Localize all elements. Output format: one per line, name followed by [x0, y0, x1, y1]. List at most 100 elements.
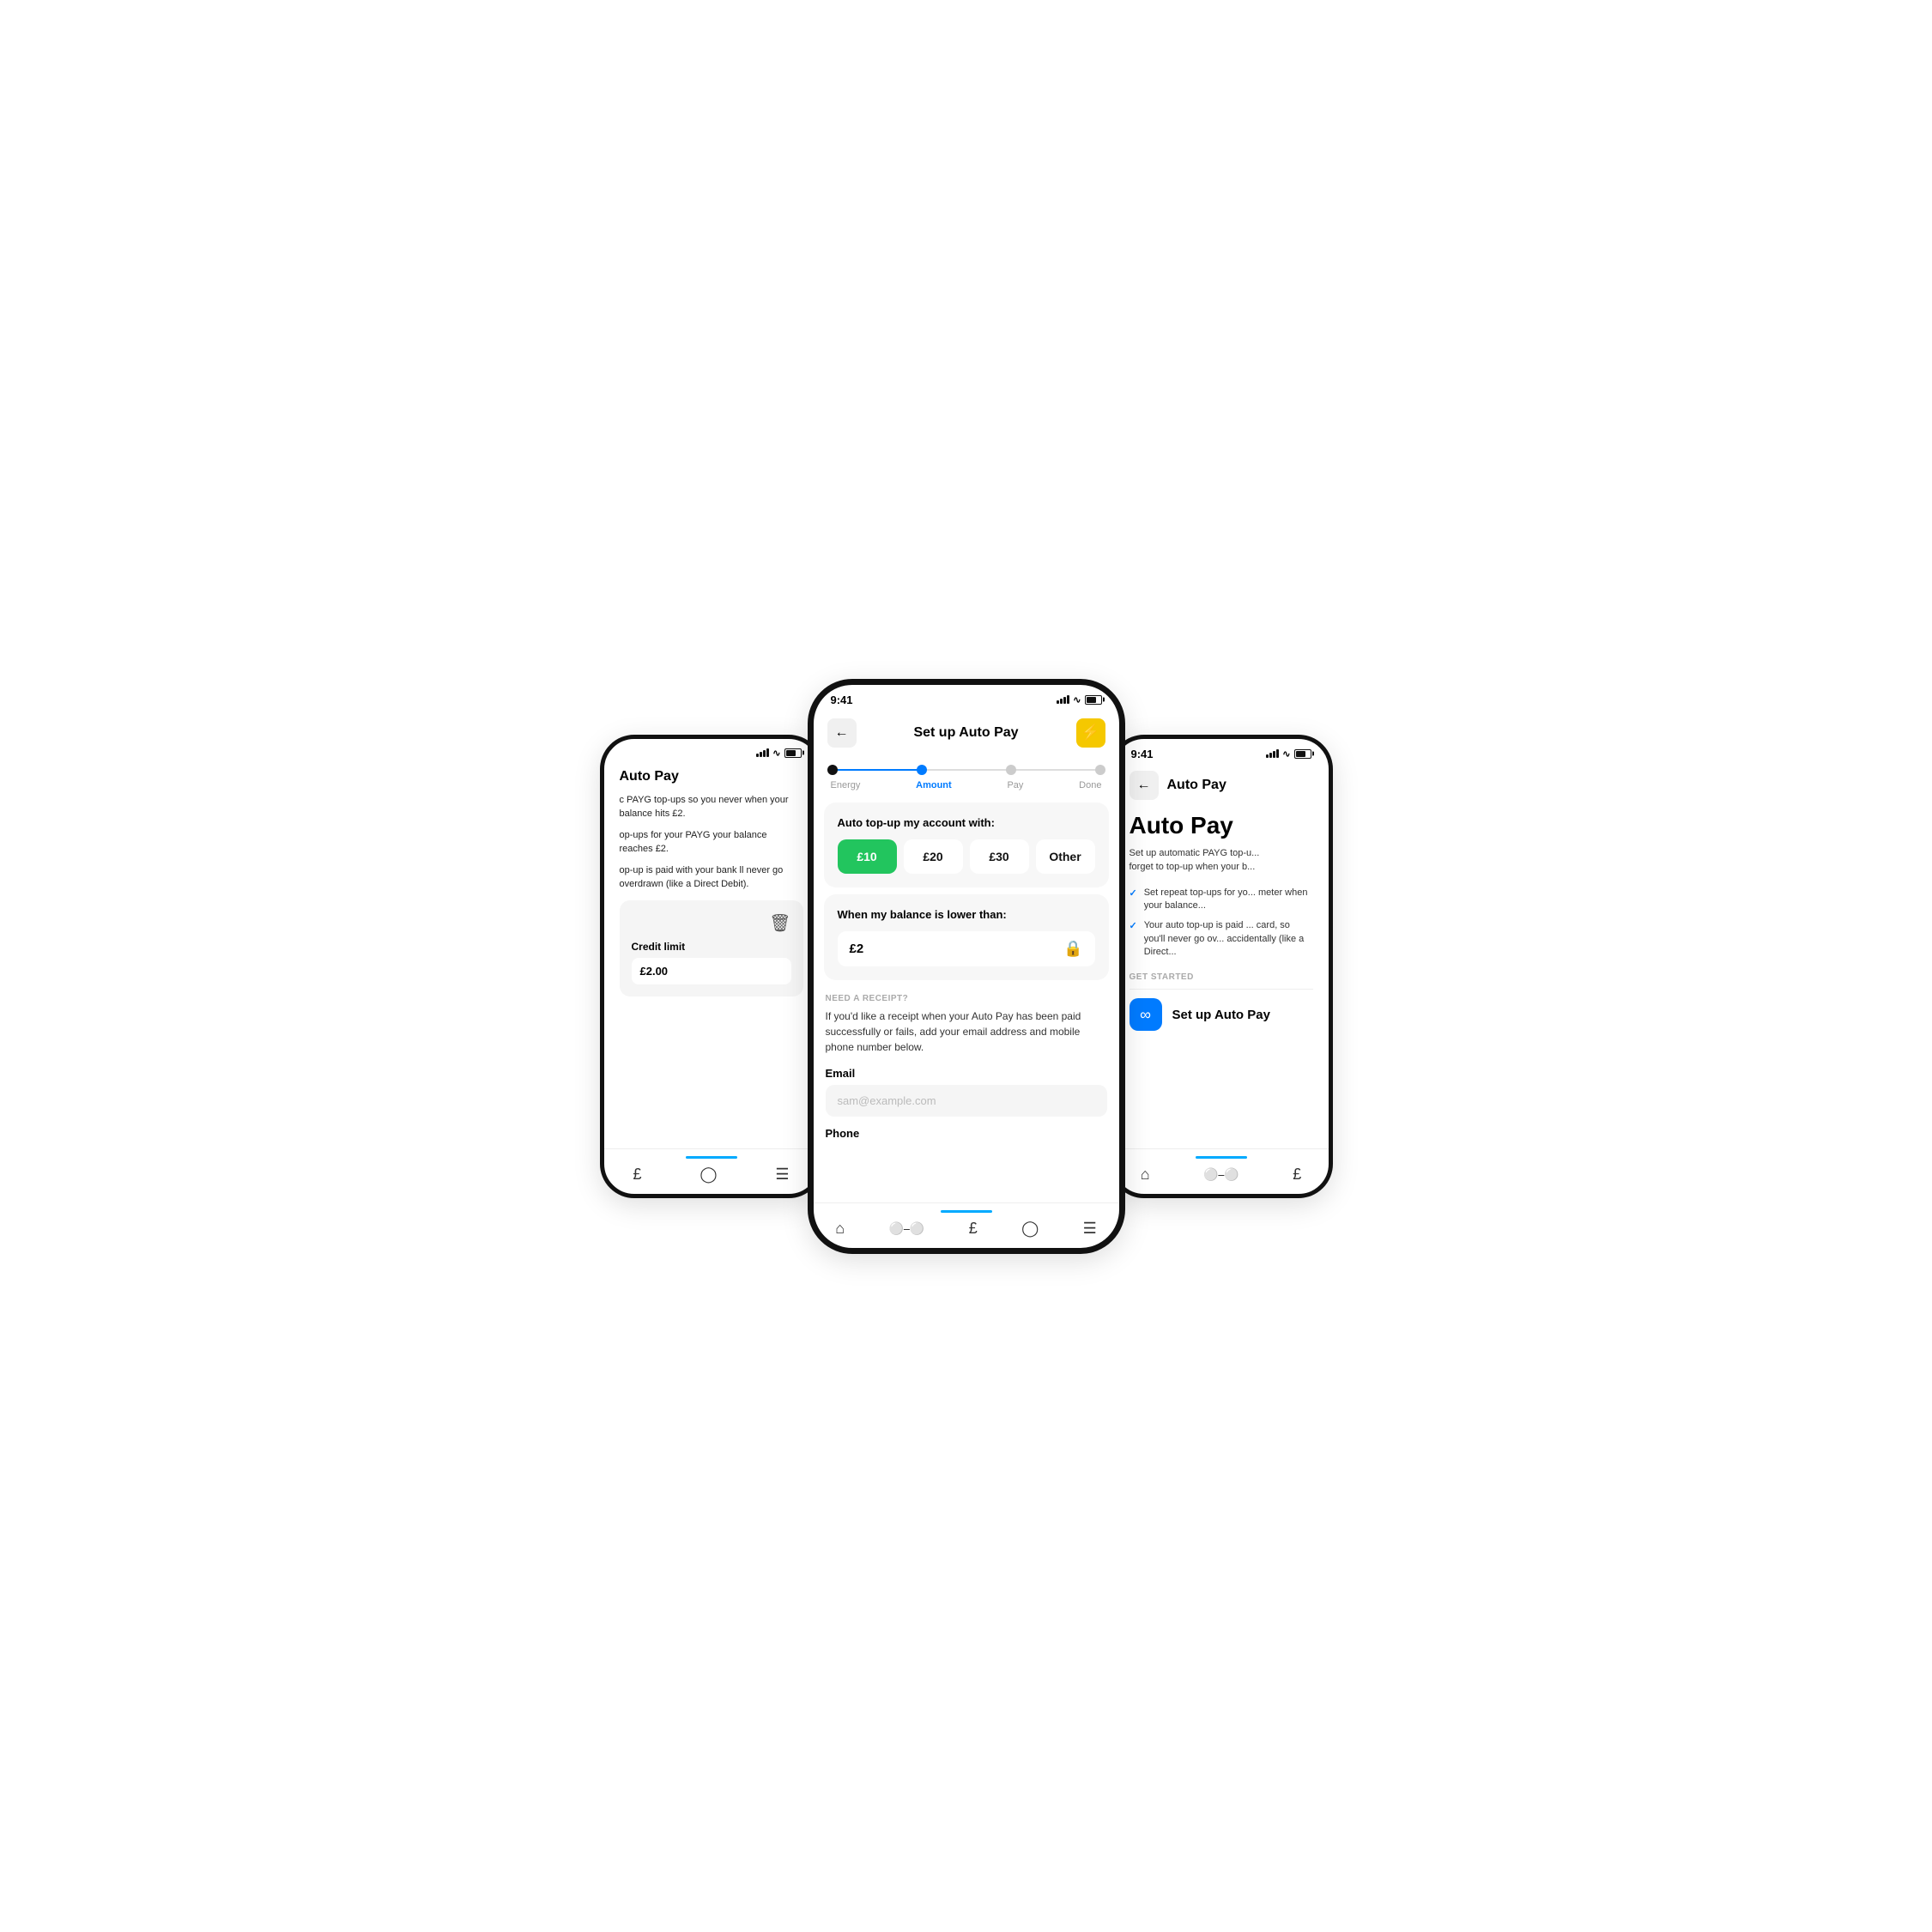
- step-label-amount: Amount: [916, 780, 952, 790]
- back-button[interactable]: ←: [827, 718, 857, 748]
- center-status-bar: 9:41 ∿: [814, 685, 1119, 710]
- right-battery-icon: [1294, 749, 1311, 759]
- right-status-icons: ∿: [1266, 748, 1311, 760]
- divider: [1130, 989, 1313, 990]
- left-card-value: £2.00: [632, 958, 791, 984]
- phone-center: 9:41 ∿ ← Set up Auto Pay ⚡: [808, 679, 1125, 1254]
- amount-btn-10[interactable]: £10: [838, 839, 897, 874]
- left-status-icons: ∿: [756, 748, 801, 759]
- left-phone-content: Auto Pay c PAYG top-ups so you never whe…: [604, 762, 819, 1198]
- check-item-2: ✓ Your auto top-up is paid ... card, so …: [1130, 919, 1313, 959]
- nav-icon-menu[interactable]: ☰: [775, 1166, 789, 1184]
- center-header: ← Set up Auto Pay ⚡: [814, 710, 1119, 754]
- center-battery-icon: [1085, 695, 1102, 705]
- phone-right: 9:41 ∿ ← Auto Pay Auto Pay Set up autom: [1110, 735, 1333, 1198]
- right-bottom-nav: ⌂ ⚪⎯⚪ £: [1114, 1166, 1329, 1184]
- email-input[interactable]: sam@example.com: [826, 1085, 1107, 1117]
- phone-left: ∿ Auto Pay c PAYG top-ups so you never w…: [600, 735, 823, 1198]
- step-label-energy: Energy: [831, 780, 861, 790]
- balance-input-row: £2 🔒: [838, 931, 1095, 966]
- progress-line-fill: [836, 769, 922, 771]
- left-body3: op-up is paid with your bank ll never go…: [620, 863, 803, 892]
- battery-icon: [784, 748, 802, 758]
- scene: ∿ Auto Pay c PAYG top-ups so you never w…: [494, 679, 1438, 1254]
- center-bottom-indicator: [941, 1210, 992, 1213]
- right-nav-home[interactable]: ⌂: [1141, 1166, 1150, 1184]
- left-page-title: Auto Pay: [620, 762, 803, 793]
- email-label: Email: [826, 1067, 1107, 1080]
- step-label-done: Done: [1079, 780, 1101, 790]
- balance-card-title: When my balance is lower than:: [838, 908, 1095, 921]
- lightning-icon: ⚡: [1081, 724, 1099, 742]
- lightning-button[interactable]: ⚡: [1076, 718, 1105, 748]
- setup-autopay-button[interactable]: ∞ Set up Auto Pay: [1130, 998, 1313, 1031]
- receipt-label: NEED A RECEIPT?: [826, 994, 1107, 1003]
- check-list: ✓ Set repeat top-ups for yo... meter whe…: [1130, 887, 1313, 960]
- center-bottom-bar: ⌂ ⚪⎯⚪ £ ◯ ☰: [814, 1202, 1119, 1248]
- lock-icon: 🔒: [1063, 940, 1082, 958]
- check-item-2-text: Your auto top-up is paid ... card, so yo…: [1144, 919, 1313, 959]
- topup-card-title: Auto top-up my account with:: [838, 816, 1095, 829]
- left-status-bar: ∿: [604, 739, 819, 762]
- center-nav-help[interactable]: ◯: [1021, 1220, 1039, 1238]
- center-title: Set up Auto Pay: [913, 725, 1018, 741]
- progress-line: [836, 769, 1097, 771]
- step-dot-done: [1095, 765, 1105, 775]
- topup-card: Auto top-up my account with: £10 £20 £30…: [824, 802, 1109, 887]
- receipt-desc: If you'd like a receipt when your Auto P…: [826, 1008, 1107, 1055]
- right-status-bar: 9:41 ∿: [1114, 739, 1329, 764]
- left-body1: c PAYG top-ups so you never when your ba…: [620, 793, 803, 821]
- step-dot-energy: [827, 765, 838, 775]
- check-item-1: ✓ Set repeat top-ups for yo... meter whe…: [1130, 887, 1313, 913]
- get-started-label: GET STARTED: [1130, 972, 1313, 982]
- right-back-button[interactable]: ←: [1130, 771, 1159, 800]
- step-dot-amount: [917, 765, 927, 775]
- autopay-heading: Auto Pay: [1130, 812, 1313, 839]
- center-bottom-nav: ⌂ ⚪⎯⚪ £ ◯ ☰: [814, 1220, 1119, 1238]
- nav-icon-help[interactable]: ◯: [700, 1166, 717, 1184]
- amount-btn-other[interactable]: Other: [1036, 839, 1095, 874]
- right-nav-pound[interactable]: £: [1293, 1166, 1301, 1184]
- left-card: 🗑 Credit limit £2.00: [620, 900, 803, 996]
- right-signal-icon: [1266, 749, 1279, 758]
- left-card-title: Credit limit: [632, 941, 791, 953]
- right-nav-activity[interactable]: ⚪⎯⚪: [1203, 1167, 1239, 1182]
- setup-btn-icon: ∞: [1130, 998, 1162, 1031]
- check-mark-2: ✓: [1130, 920, 1137, 933]
- balance-card: When my balance is lower than: £2 🔒: [824, 894, 1109, 980]
- center-nav-home[interactable]: ⌂: [835, 1220, 845, 1238]
- trash-icon[interactable]: 🗑: [632, 912, 791, 934]
- right-bottom-indicator: [1196, 1156, 1247, 1159]
- center-nav-activity[interactable]: ⚪⎯⚪: [888, 1221, 924, 1236]
- balance-value: £2: [850, 942, 864, 956]
- step-labels: Energy Amount Pay Done: [827, 780, 1105, 790]
- center-signal-icon: [1057, 695, 1069, 704]
- right-header-row: ← Auto Pay: [1130, 764, 1313, 812]
- right-page-title: Auto Pay: [1167, 778, 1226, 793]
- center-nav-menu[interactable]: ☰: [1083, 1220, 1097, 1238]
- right-wifi-icon: ∿: [1282, 748, 1290, 760]
- amount-btn-30[interactable]: £30: [970, 839, 1029, 874]
- center-nav-pound[interactable]: £: [969, 1220, 978, 1238]
- progress-track: [827, 765, 1105, 775]
- amount-btn-20[interactable]: £20: [904, 839, 963, 874]
- center-status-icons: ∿: [1057, 694, 1101, 706]
- center-wifi-icon: ∿: [1073, 694, 1081, 706]
- nav-icon-pound[interactable]: £: [633, 1166, 641, 1184]
- phone-label: Phone: [826, 1127, 1107, 1140]
- signal-icon: [756, 748, 769, 757]
- check-item-1-text: Set repeat top-ups for yo... meter when …: [1144, 887, 1313, 913]
- left-bottom-indicator: [686, 1156, 737, 1159]
- receipt-section: NEED A RECEIPT? If you'd like a receipt …: [814, 987, 1119, 1152]
- right-bottom-bar: ⌂ ⚪⎯⚪ £: [1114, 1148, 1329, 1194]
- left-bottom-nav: £ ◯ ☰: [604, 1166, 819, 1184]
- wifi-icon: ∿: [772, 748, 780, 759]
- setup-btn-label: Set up Auto Pay: [1172, 1008, 1270, 1022]
- autopay-desc: Set up automatic PAYG top-u...forget to …: [1130, 846, 1313, 875]
- progress-container: Energy Amount Pay Done: [814, 754, 1119, 796]
- step-dot-pay: [1006, 765, 1016, 775]
- check-mark-1: ✓: [1130, 887, 1137, 900]
- center-time: 9:41: [831, 693, 853, 706]
- left-bottom-bar: £ ◯ ☰: [604, 1148, 819, 1194]
- step-label-pay: Pay: [1007, 780, 1023, 790]
